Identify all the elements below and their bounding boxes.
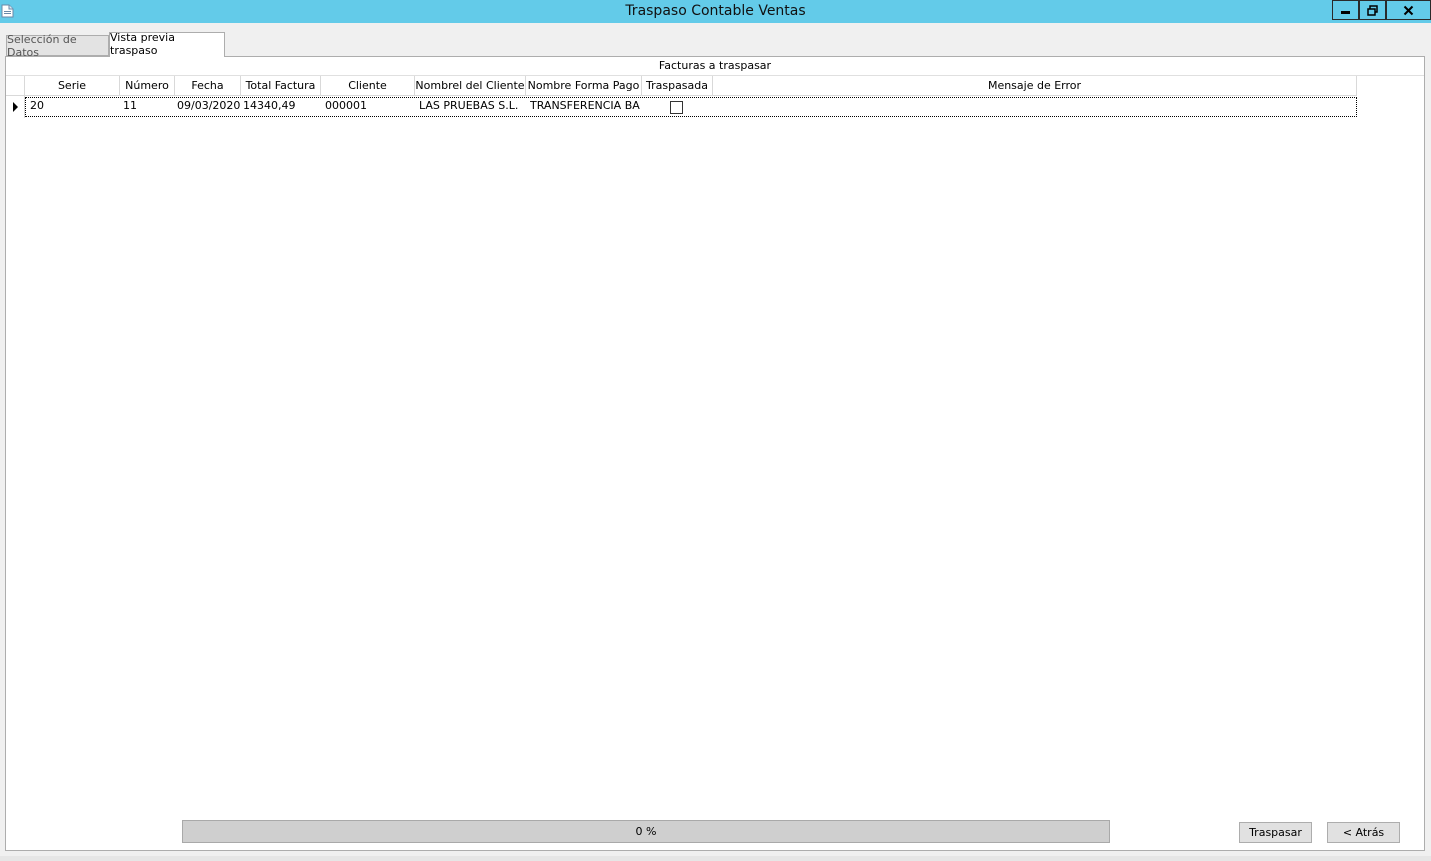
cell-nombre-cliente[interactable]: LAS PRUEBAS S.L. <box>419 99 524 115</box>
table-row[interactable]: 20 11 09/03/2020 14340,49 000001 LAS PRU… <box>6 96 1357 118</box>
close-button[interactable] <box>1386 0 1431 20</box>
cell-fecha[interactable]: 09/03/2020 <box>177 99 241 115</box>
row-selector[interactable] <box>6 96 25 118</box>
column-header-forma-pago[interactable]: Nombre Forma Pago <box>526 76 642 96</box>
traspasada-checkbox[interactable] <box>670 101 683 114</box>
cell-cliente[interactable]: 000001 <box>325 99 413 115</box>
column-header-mensaje-error[interactable]: Mensaje de Error <box>713 76 1357 96</box>
column-header-cliente[interactable]: Cliente <box>321 76 415 96</box>
minimize-icon <box>1341 11 1350 14</box>
column-header-numero[interactable]: Número <box>120 76 175 96</box>
restore-button[interactable] <box>1359 0 1386 20</box>
column-header-fecha[interactable]: Fecha <box>175 76 241 96</box>
column-header-nombre-cliente[interactable]: Nombrel del Cliente <box>415 76 526 96</box>
cell-serie[interactable]: 20 <box>30 99 118 115</box>
cell-total-factura[interactable]: 14340,49 <box>243 99 319 115</box>
minimize-button[interactable] <box>1332 0 1359 20</box>
cell-numero[interactable]: 11 <box>123 99 173 115</box>
column-header-traspasada[interactable]: Traspasada <box>642 76 713 96</box>
restore-icon <box>1367 4 1378 16</box>
progress-bar: 0 % <box>182 820 1110 843</box>
app-window: Traspaso Contable Ventas Selección de Da… <box>0 0 1431 861</box>
atras-button-label: < Atrás <box>1342 826 1385 839</box>
close-icon <box>1403 5 1414 15</box>
tab-seleccion-datos[interactable]: Selección de Datos <box>6 32 109 59</box>
tab-vista-previa[interactable]: Vista previa traspaso <box>109 30 225 57</box>
cell-forma-pago[interactable]: TRANSFERENCIA BAN <box>530 99 640 115</box>
traspasar-button-label: Traspasar <box>1249 826 1302 839</box>
cell-mensaje-error[interactable] <box>717 99 1353 115</box>
tab-label: Vista previa traspaso <box>110 30 175 57</box>
atras-button[interactable]: < Atrás <box>1327 822 1400 843</box>
window-title: Traspaso Contable Ventas <box>625 3 806 19</box>
tab-label: Selección de Datos <box>7 32 77 59</box>
grid-header: Serie Número Fecha Total Factura Cliente… <box>6 76 1357 96</box>
grid-caption: Facturas a traspasar <box>658 59 772 72</box>
column-header-total-factura[interactable]: Total Factura <box>241 76 321 96</box>
title-bar[interactable]: Traspaso Contable Ventas <box>0 0 1431 23</box>
window-bottom-edge <box>0 856 1431 861</box>
current-row-arrow-icon <box>13 102 18 112</box>
column-header-serie[interactable]: Serie <box>25 76 120 96</box>
tab-panel: Facturas a traspasar Serie Número Fecha … <box>5 56 1425 851</box>
row-header-corner <box>6 76 25 96</box>
traspasar-button[interactable]: Traspasar <box>1239 822 1312 843</box>
progress-label: 0 % <box>635 825 657 838</box>
